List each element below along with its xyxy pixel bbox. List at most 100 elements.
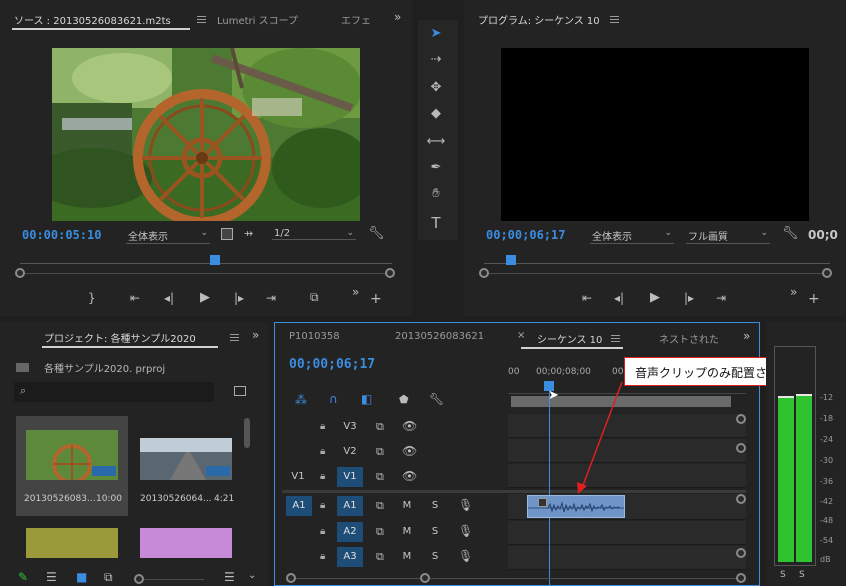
add-button-icon[interactable]: + — [808, 291, 820, 307]
program-timecode[interactable]: 00;00;06;17 — [486, 228, 565, 242]
source-timecode[interactable]: 00:00:05:10 — [22, 228, 101, 242]
vertical-scroll-handle-bottom[interactable] — [736, 548, 746, 558]
pen-icon[interactable]: ✒ — [426, 160, 446, 175]
program-zoom-handle-left[interactable] — [479, 268, 489, 278]
toggle-sync-icon[interactable]: ⧉ — [376, 525, 384, 539]
tab-lumetri[interactable]: Lumetri スコープ — [217, 12, 298, 27]
horizontal-scroll-handle-right[interactable] — [736, 573, 746, 583]
lock-icon[interactable]: 🔒︎ — [320, 526, 325, 537]
lock-icon[interactable]: 🔒︎ — [320, 500, 325, 511]
lock-icon[interactable]: 🔒︎ — [320, 446, 325, 457]
chevron-down-icon[interactable]: ⌄ — [248, 570, 256, 581]
add-marker-icon[interactable]: ◧ — [361, 392, 372, 406]
freeform-view-icon[interactable]: ⧉ — [104, 570, 113, 585]
solo-right[interactable]: S — [799, 570, 805, 580]
tab-effects[interactable]: エフェ — [341, 12, 371, 27]
vertical-scroll-handle-top[interactable] — [736, 414, 746, 424]
go-to-in-icon[interactable]: ⇤ — [582, 291, 592, 305]
timeline-tab[interactable]: ネストされた — [659, 331, 719, 346]
overflow-icon[interactable]: » — [352, 285, 359, 299]
toggle-sync-icon[interactable]: ⧉ — [376, 499, 384, 513]
source-resolution-dropdown[interactable]: 1/2 ⌄ — [272, 228, 356, 240]
step-forward-icon[interactable]: |▸ — [684, 291, 694, 305]
track-select-icon[interactable]: ⇢ — [426, 52, 446, 67]
microphone-icon[interactable]: 🎙︎ — [458, 524, 473, 538]
source-fit-dropdown[interactable]: 全体表示 ⌄ — [126, 228, 210, 244]
vertical-scroll-handle-mid[interactable] — [736, 443, 746, 453]
track-lane-v3[interactable] — [508, 414, 746, 438]
mute-button[interactable]: M — [400, 551, 414, 562]
lock-icon[interactable]: 🔒︎ — [320, 471, 325, 482]
program-menu-icon[interactable] — [610, 16, 619, 23]
wrench-icon[interactable]: 🔧︎ — [782, 226, 799, 241]
track-target-v1[interactable]: V1 — [337, 467, 363, 487]
timeline-tab[interactable]: 20130526083621 — [395, 331, 484, 342]
source-playhead[interactable] — [210, 255, 220, 265]
lock-icon[interactable]: 🔒︎ — [320, 551, 325, 562]
track-lane-a2[interactable] — [508, 521, 746, 545]
go-to-out-icon[interactable]: ⇥ — [266, 291, 276, 305]
eye-icon[interactable]: 👁︎ — [402, 469, 417, 483]
timeline-tab-active[interactable]: シーケンス 10 — [537, 331, 602, 346]
wrench-icon[interactable]: 🔧︎ — [368, 226, 385, 241]
panel-overflow-icon[interactable]: » — [394, 10, 401, 24]
panel-overflow-icon[interactable]: » — [252, 328, 259, 342]
program-fit-dropdown[interactable]: 全体表示 ⌄ — [590, 228, 674, 244]
project-scrollbar[interactable] — [244, 418, 250, 448]
project-title[interactable]: プロジェクト: 各種サンプル2020 — [44, 330, 196, 345]
hand-icon[interactable]: ✋︎ — [426, 186, 446, 201]
program-zoom-handle-right[interactable] — [822, 268, 832, 278]
toggle-sync-icon[interactable]: ⧉ — [376, 420, 384, 434]
wrench-icon[interactable]: 🔧︎ — [429, 392, 444, 406]
track-target-a2[interactable]: A2 — [337, 522, 363, 542]
linked-selection-icon[interactable]: ∩ — [329, 392, 338, 406]
horizontal-scroll-bar[interactable] — [290, 578, 740, 579]
project-menu-icon[interactable] — [230, 334, 239, 341]
toggle-sync-icon[interactable]: ⧉ — [376, 550, 384, 564]
play-icon[interactable]: ▶ — [200, 290, 210, 305]
overflow-icon[interactable]: » — [790, 285, 797, 299]
program-zoom-bar[interactable] — [484, 273, 828, 274]
audio-clip[interactable] — [527, 495, 625, 518]
zoom-slider-handle[interactable] — [134, 574, 144, 584]
safe-margins-icon[interactable] — [221, 228, 233, 240]
horizontal-scroll-handle-left[interactable] — [286, 573, 296, 583]
marker-icon[interactable]: ⬟ — [399, 393, 409, 406]
slip-icon[interactable]: ⟷ — [426, 134, 446, 149]
solo-button[interactable]: S — [428, 551, 442, 562]
eye-icon[interactable]: 👁︎ — [402, 444, 417, 458]
track-target-a1[interactable]: A1 — [337, 496, 363, 516]
ripple-edit-icon[interactable]: ✥ — [426, 80, 446, 95]
type-tool-icon[interactable]: T — [426, 214, 446, 232]
timeline-tab[interactable]: P1010358 — [289, 331, 340, 342]
pencil-icon[interactable]: ✎ — [18, 570, 28, 584]
search-input[interactable]: ⌕ — [14, 382, 214, 402]
track-lane-v2[interactable] — [508, 439, 746, 463]
razor-icon[interactable]: ◆ — [426, 106, 446, 121]
eye-icon[interactable]: 👁︎ — [402, 419, 417, 433]
track-target-a3[interactable]: A3 — [337, 547, 363, 567]
solo-left[interactable]: S — [780, 570, 786, 580]
microphone-icon[interactable]: 🎙︎ — [458, 498, 473, 512]
icon-view-icon[interactable]: ■ — [76, 570, 87, 584]
program-playhead[interactable] — [506, 255, 516, 265]
project-item[interactable]: 20130526064... 4:21 — [130, 416, 242, 516]
program-title[interactable]: プログラム: シーケンス 10 — [478, 12, 600, 27]
track-lane-a3[interactable] — [508, 546, 746, 570]
lock-icon[interactable]: 🔒︎ — [320, 421, 325, 432]
work-area-bar[interactable] — [511, 396, 731, 407]
step-back-icon[interactable]: ◂| — [614, 291, 624, 305]
selection-tool-icon[interactable]: ➤ — [426, 26, 446, 41]
program-quality-dropdown[interactable]: フル画質 ⌄ — [686, 228, 770, 244]
close-icon[interactable]: × — [517, 330, 525, 341]
add-button-icon[interactable]: + — [370, 291, 382, 307]
play-icon[interactable]: ▶ — [650, 290, 660, 305]
zoom-slider[interactable] — [140, 579, 204, 580]
mute-button[interactable]: M — [400, 500, 414, 511]
go-to-out-icon[interactable]: ⇥ — [716, 291, 726, 305]
source-patch-a1[interactable]: A1 — [286, 496, 312, 516]
mute-button[interactable]: M — [400, 526, 414, 537]
toggle-sync-icon[interactable]: ⧉ — [376, 445, 384, 459]
tab-source[interactable]: ソース : 20130526083621.m2ts — [14, 12, 171, 27]
step-back-icon[interactable]: ◂| — [164, 291, 174, 305]
